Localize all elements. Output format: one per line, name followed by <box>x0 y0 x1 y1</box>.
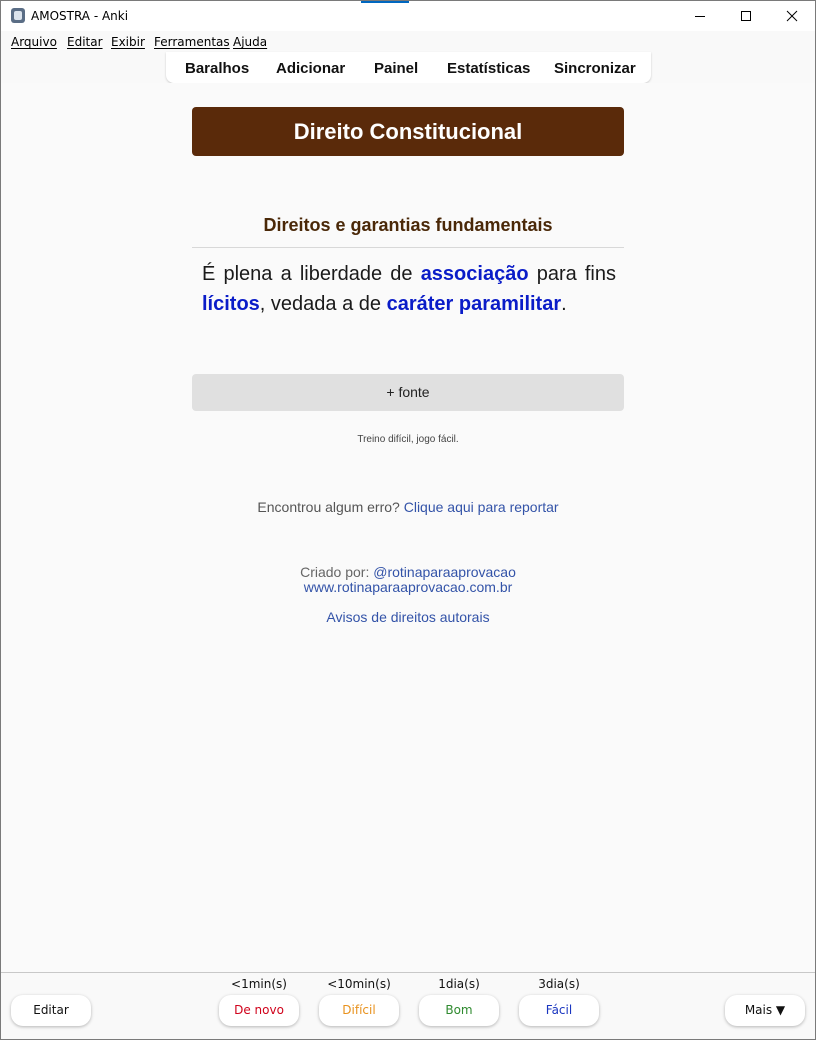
again-button[interactable]: De novo <box>219 995 299 1026</box>
copyright-notice: Avisos de direitos autorais <box>192 609 624 625</box>
interval-good: 1dia(s) <box>438 977 480 991</box>
deck-title: Direito Constitucional <box>192 107 624 156</box>
edit-button[interactable]: Editar <box>11 995 91 1026</box>
creator-label: Criado por: <box>300 564 370 580</box>
error-prompt: Encontrou algum erro? <box>257 499 400 515</box>
card-text-segment: para fins <box>528 263 616 285</box>
creator-credit: Criado por: @rotinaparaaprovacao www.rot… <box>192 565 624 595</box>
toolbar-sincronizar[interactable]: Sincronizar <box>554 60 636 77</box>
menu-exibir[interactable]: Exibir <box>111 35 145 49</box>
maximize-icon <box>741 11 751 21</box>
good-button[interactable]: Bom <box>419 995 499 1026</box>
menu-editar[interactable]: Editar <box>67 35 103 49</box>
maximize-button[interactable] <box>723 1 769 31</box>
toolbar-adicionar[interactable]: Adicionar <box>276 60 345 77</box>
highlighted-term: associação <box>420 263 529 285</box>
error-report-link[interactable]: Clique aqui para reportar <box>404 499 559 515</box>
title-accent <box>361 1 409 3</box>
card-view: Direito Constitucional Direitos e garant… <box>1 83 815 973</box>
card-text: É plena a liberdade de associação para f… <box>202 259 616 319</box>
card-text-segment: É plena a liberdade de <box>202 263 421 285</box>
card-text-segment: . <box>561 293 567 315</box>
interval-again: <1min(s) <box>231 977 287 991</box>
card-subtitle: Direitos e garantias fundamentais <box>263 215 553 235</box>
toolbar-baralhos[interactable]: Baralhos <box>185 60 249 77</box>
close-button[interactable] <box>769 1 815 31</box>
window-title: AMOSTRA - Anki <box>31 9 129 23</box>
menu-bar: Arquivo Editar Exibir Ferramentas Ajuda <box>1 31 815 51</box>
source-button[interactable]: + fonte <box>192 374 624 411</box>
highlighted-term: caráter paramilitar <box>386 293 562 315</box>
highlighted-term: lícitos <box>202 293 260 315</box>
answer-bar: Editar <1min(s) <10min(s) 1dia(s) 3dia(s… <box>1 972 815 1039</box>
motto-text: Treino difícil, jogo fácil. <box>357 434 459 445</box>
minimize-button[interactable] <box>677 1 723 31</box>
card-text-segment: , vedada a de <box>259 293 387 315</box>
easy-button[interactable]: Fácil <box>519 995 599 1026</box>
creator-handle-link[interactable]: @rotinaparaaprovacao <box>373 564 516 580</box>
toolbar-painel[interactable]: Painel <box>374 60 418 77</box>
anki-app-icon <box>11 8 25 23</box>
menu-ajuda[interactable]: Ajuda <box>233 35 267 49</box>
close-icon <box>786 10 798 22</box>
creator-site-link[interactable]: www.rotinaparaaprovacao.com.br <box>192 580 624 595</box>
hard-button[interactable]: Difícil <box>319 995 399 1026</box>
more-button[interactable]: Mais ▼ <box>725 995 805 1026</box>
error-report-line: Encontrou algum erro? Clique aqui para r… <box>192 499 624 515</box>
toolbar-estatisticas[interactable]: Estatísticas <box>447 60 530 77</box>
copyright-link[interactable]: Avisos de direitos autorais <box>326 609 489 625</box>
interval-hard: <10min(s) <box>327 977 391 991</box>
interval-easy: 3dia(s) <box>538 977 580 991</box>
subtitle-divider <box>192 247 624 248</box>
main-toolbar: Baralhos Adicionar Painel Estatísticas S… <box>166 52 651 83</box>
menu-arquivo[interactable]: Arquivo <box>11 35 57 49</box>
anki-window: AMOSTRA - Anki Arquivo Editar Exibir Fer… <box>0 0 816 1040</box>
menu-ferramentas[interactable]: Ferramentas <box>154 35 230 49</box>
minimize-icon <box>695 16 705 17</box>
title-bar: AMOSTRA - Anki <box>1 1 815 31</box>
